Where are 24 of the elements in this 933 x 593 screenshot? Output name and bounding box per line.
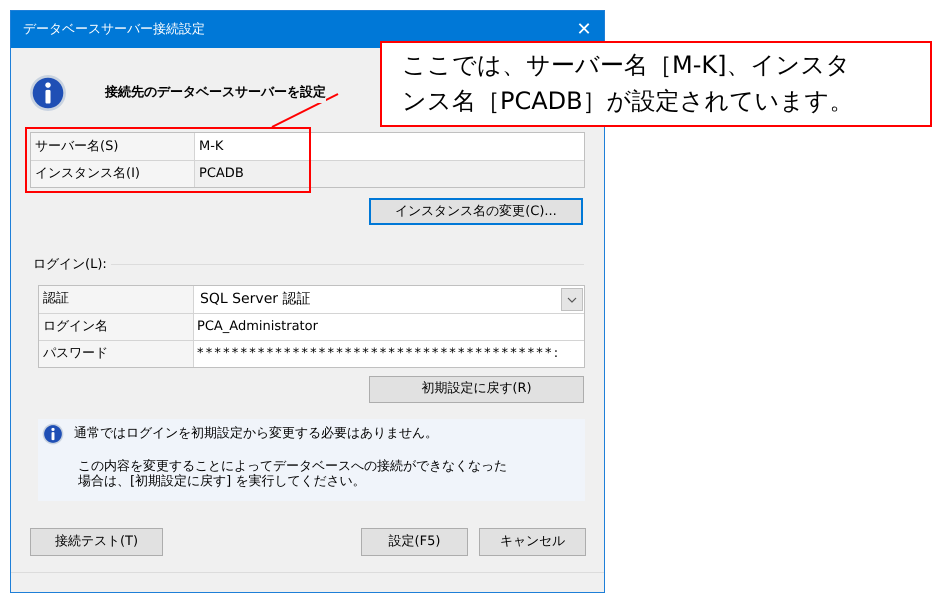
info-message: 通常ではログインを初期設定から変更する必要はありません。 — [74, 424, 438, 443]
text-field[interactable]: PCA_Administrator — [194, 314, 584, 340]
row-value: PCADB — [195, 161, 584, 187]
reset-button[interactable]: 初期設定に戻す(R) — [369, 376, 584, 402]
close-button[interactable]: ✕ — [572, 16, 596, 43]
row-label: サーバー名(S) — [31, 133, 195, 160]
callout-text: ここでは、サーバー名［M-K]、インスタ ンス名［PCADB］が設定されています。 — [402, 50, 855, 117]
text-field[interactable]: *****************************************: — [194, 340, 584, 366]
authentication-dropdown[interactable]: SQL Server 認証 — [194, 286, 584, 312]
info-icon — [29, 74, 67, 112]
row-label: ログイン名 — [39, 314, 194, 340]
row-label: パスワード — [39, 340, 194, 366]
window-title: データベースサーバー接続設定 — [23, 20, 205, 39]
dialog-button[interactable]: 接続テスト(T) — [30, 528, 163, 556]
dialog-button[interactable]: キャンセル — [479, 528, 586, 556]
chevron-down-icon[interactable] — [561, 288, 583, 310]
info-detail: この内容を変更することによってデータベースへの接続ができなくなった 場合は、[初期設定に戻す] を実行してください。 — [78, 458, 508, 488]
dialog-heading: 接続先のデータベースサーバーを設定 — [105, 83, 326, 103]
change-instance-button[interactable]: インスタンス名の変更(C)... — [369, 198, 583, 225]
info-icon — [42, 422, 64, 444]
row-label: インスタンス名(I) — [31, 161, 195, 187]
login-section-label: ログイン(L): — [33, 256, 107, 274]
row-label: 認証 — [39, 286, 194, 312]
dialog-button[interactable]: 設定(F5) — [361, 528, 468, 556]
